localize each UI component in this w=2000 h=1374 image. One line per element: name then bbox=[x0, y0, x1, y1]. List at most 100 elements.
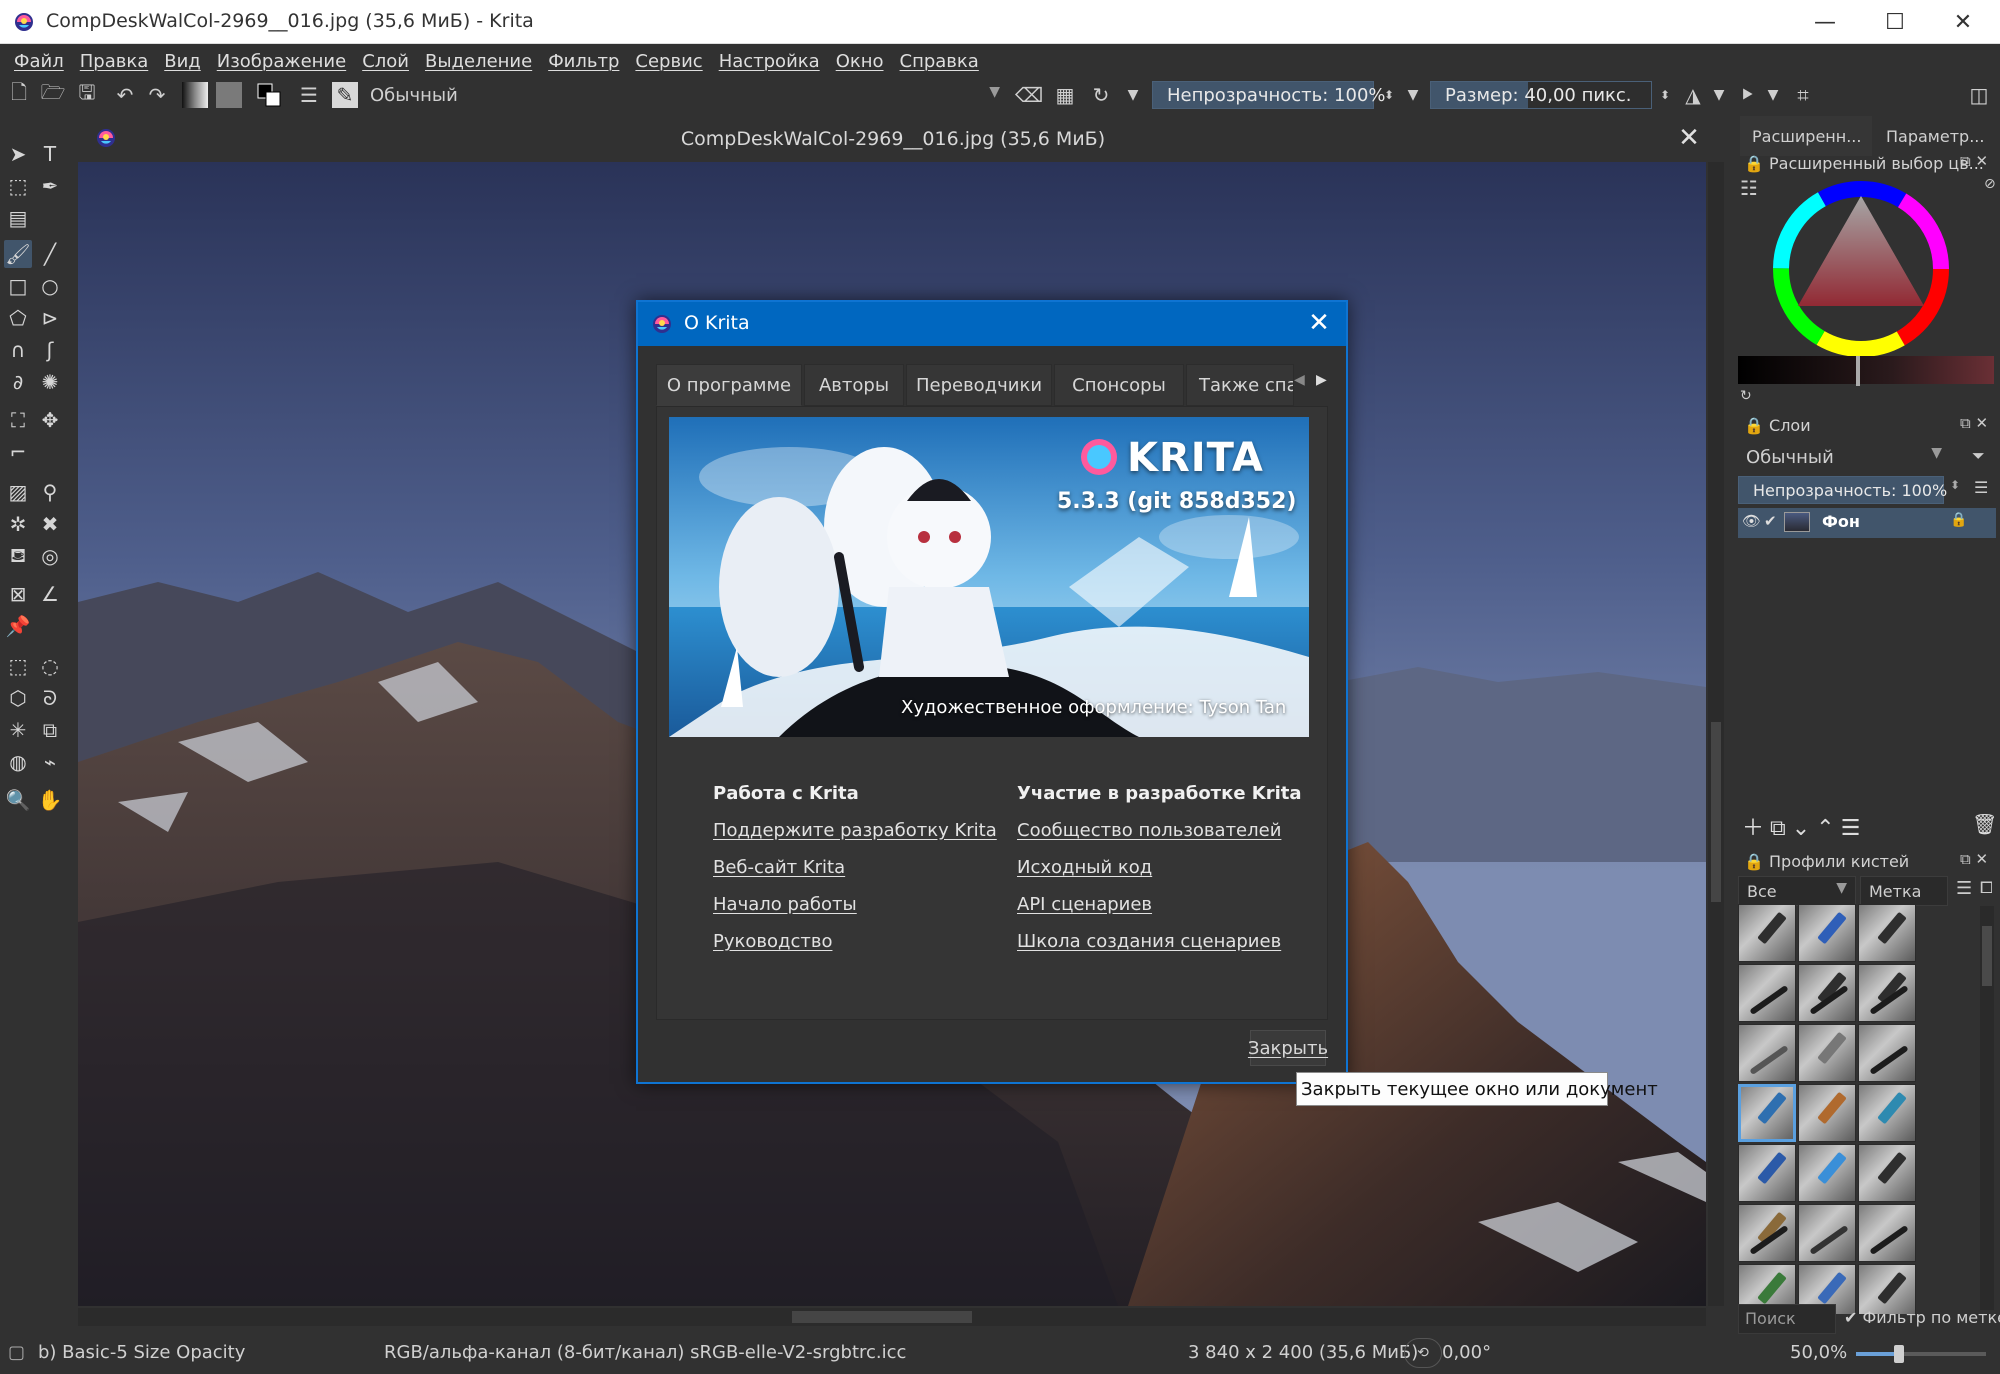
new-file-icon[interactable]: 🗋 bbox=[6, 80, 32, 108]
calligraphy-tool-icon[interactable]: ✒ bbox=[36, 172, 64, 200]
menu-file[interactable]: Файл bbox=[6, 51, 72, 72]
brush-preset-selected[interactable] bbox=[1738, 1084, 1796, 1142]
layer-menu-icon[interactable]: ☰ bbox=[1974, 478, 1988, 497]
scrollbar-thumb[interactable] bbox=[792, 1311, 972, 1323]
brush-preset[interactable] bbox=[1738, 964, 1796, 1022]
close-window-button[interactable]: ✕ bbox=[1928, 0, 1998, 44]
bezier-selection-tool-icon[interactable]: ◍ bbox=[4, 748, 32, 776]
brush-preset-icon[interactable]: ✎ bbox=[332, 82, 358, 108]
move-layer-up-icon[interactable]: ⌃ bbox=[1816, 816, 1840, 841]
edit-shapes-tool-icon[interactable]: ⬚ bbox=[4, 172, 32, 200]
tab-sponsors[interactable]: Спонсоры bbox=[1054, 364, 1184, 406]
polygonal-selection-tool-icon[interactable]: ⬡ bbox=[4, 684, 32, 712]
workspace-icon[interactable]: ◫ bbox=[1966, 82, 1992, 108]
brush-preset[interactable] bbox=[1738, 1204, 1796, 1262]
link-community[interactable]: Сообщество пользователей bbox=[1017, 820, 1281, 841]
select-shapes-tool-icon[interactable]: ➤ bbox=[4, 140, 32, 168]
brush-preset[interactable] bbox=[1738, 1144, 1796, 1202]
elliptical-selection-tool-icon[interactable]: ◌ bbox=[36, 652, 64, 680]
polygon-tool-icon[interactable]: ⬠ bbox=[4, 304, 32, 332]
tab-advanced-color[interactable]: Расширенн... bbox=[1740, 116, 1872, 156]
scrollbar-thumb[interactable] bbox=[1982, 926, 1992, 986]
opacity-slider[interactable]: Непрозрачность: 100% bbox=[1152, 81, 1386, 109]
redo-icon[interactable]: ↷ bbox=[144, 82, 170, 108]
color-history-strip[interactable] bbox=[1738, 356, 1994, 384]
contiguous-selection-tool-icon[interactable]: ✳ bbox=[4, 716, 32, 744]
link-support-krita[interactable]: Поддержите разработку Krita bbox=[713, 820, 997, 841]
zoom-slider[interactable] bbox=[1856, 1345, 1986, 1363]
checkbox-icon[interactable]: ✔ bbox=[1764, 512, 1777, 530]
brush-preset[interactable] bbox=[1738, 1024, 1796, 1082]
scrollbar-thumb[interactable] bbox=[1711, 722, 1721, 902]
brush-preset[interactable] bbox=[1858, 904, 1916, 962]
brush-scrollbar[interactable] bbox=[1980, 906, 1994, 1310]
tab-also-thanks[interactable]: Также спаси bbox=[1186, 364, 1294, 406]
filter-icon[interactable]: ⏷ bbox=[1972, 446, 1985, 466]
rectangular-selection-tool-icon[interactable]: ⬚ bbox=[4, 652, 32, 680]
close-dialog-button[interactable]: Закрыть bbox=[1248, 1030, 1328, 1066]
menu-settings[interactable]: Настройка bbox=[711, 51, 828, 72]
reload-preset-icon[interactable]: ↻ bbox=[1088, 82, 1114, 108]
brush-preset[interactable] bbox=[1858, 1204, 1916, 1262]
menu-window[interactable]: Окно bbox=[828, 51, 892, 72]
tab-scroll-right-icon[interactable]: ▶ bbox=[1316, 372, 1327, 388]
spin-arrows-icon[interactable]: ⬍ bbox=[1376, 82, 1402, 108]
freehand-brush-tool-icon[interactable]: 🖌 bbox=[4, 240, 32, 268]
smart-patch-tool-icon[interactable]: ✲ bbox=[4, 510, 32, 538]
gradient-tool-icon[interactable]: ▨ bbox=[4, 478, 32, 506]
text-tool-icon[interactable]: T bbox=[36, 140, 64, 168]
float-docker-icon[interactable]: ⧉ ✕ bbox=[1960, 850, 1988, 868]
fg-bg-color-icon[interactable] bbox=[256, 82, 282, 108]
similar-selection-tool-icon[interactable]: ⧉ bbox=[36, 716, 64, 744]
reset-icon[interactable]: ⊘ bbox=[1984, 176, 1996, 192]
chevron-down-icon[interactable]: ▼ bbox=[1120, 82, 1146, 108]
maximize-button[interactable]: ☐ bbox=[1860, 0, 1930, 44]
chevron-down-icon[interactable]: ▼ bbox=[1760, 82, 1786, 108]
eraser-icon[interactable]: ⌫ bbox=[1015, 82, 1043, 108]
polyline-tool-icon[interactable]: ⊳ bbox=[36, 304, 64, 332]
brush-filter-combo[interactable]: Все ▼ bbox=[1738, 876, 1856, 906]
gradient-icon[interactable] bbox=[182, 82, 208, 108]
brush-search-input[interactable]: Поиск bbox=[1738, 1304, 1836, 1334]
tab-authors[interactable]: Авторы bbox=[804, 364, 904, 406]
freehand-path-tool-icon[interactable]: ʃ bbox=[36, 336, 64, 364]
brush-preset[interactable] bbox=[1798, 1204, 1856, 1262]
line-tool-icon[interactable]: ╱ bbox=[36, 240, 64, 268]
reference-images-tool-icon[interactable]: 📌 bbox=[4, 612, 32, 640]
brush-preset[interactable] bbox=[1798, 964, 1856, 1022]
tab-tool-options[interactable]: Параметр... bbox=[1874, 116, 2000, 156]
brush-preset[interactable] bbox=[1858, 1264, 1916, 1314]
zoom-tool-icon[interactable]: 🔍 bbox=[4, 786, 32, 814]
menu-view[interactable]: Вид bbox=[156, 51, 209, 72]
save-icon[interactable]: 🖫 bbox=[74, 80, 100, 108]
brush-preset[interactable] bbox=[1798, 1084, 1856, 1142]
crop-tool-icon[interactable]: ⌐ bbox=[4, 438, 32, 466]
assistant-tool-icon[interactable]: ⊠ bbox=[4, 580, 32, 608]
chevron-down-icon[interactable]: ▼ bbox=[1400, 82, 1426, 108]
undo-icon[interactable]: ↶ bbox=[112, 82, 138, 108]
layer-blend-combo[interactable]: Обычный ▼ bbox=[1738, 442, 1950, 472]
menu-select[interactable]: Выделение bbox=[417, 51, 540, 72]
blend-mode-combo[interactable]: Обычный ▼ bbox=[362, 81, 1008, 109]
link-scripting-school[interactable]: Школа создания сценариев bbox=[1017, 931, 1281, 952]
link-scripting-api[interactable]: API сценариев bbox=[1017, 894, 1152, 915]
mirror-horizontal-icon[interactable]: ◮ bbox=[1680, 82, 1706, 108]
measure-tool-icon[interactable]: ∠ bbox=[36, 580, 64, 608]
mirror-vertical-icon[interactable]: ⯈ bbox=[1734, 82, 1760, 108]
refresh-icon[interactable]: ↻ bbox=[1740, 388, 1752, 404]
float-docker-icon[interactable]: ⧉ ✕ bbox=[1960, 414, 1988, 432]
close-document-icon[interactable]: ✕ bbox=[1674, 122, 1704, 154]
link-source-code[interactable]: Исходный код bbox=[1017, 857, 1152, 878]
add-layer-icon[interactable]: ＋ bbox=[1742, 816, 1770, 841]
tab-translators[interactable]: Переводчики bbox=[906, 364, 1052, 406]
color-wheel[interactable] bbox=[1766, 174, 1956, 369]
brush-preset[interactable] bbox=[1858, 1024, 1916, 1082]
colorize-mask-tool-icon[interactable]: ✖ bbox=[36, 510, 64, 538]
color-picker-tool-icon[interactable]: ⚲ bbox=[36, 478, 64, 506]
brush-preset[interactable] bbox=[1858, 964, 1916, 1022]
brush-preset[interactable] bbox=[1798, 1144, 1856, 1202]
layer-lock-icon[interactable]: 🔒 bbox=[1950, 512, 1967, 528]
list-view-icon[interactable]: ☰ bbox=[1956, 878, 1972, 899]
menu-edit[interactable]: Правка bbox=[72, 51, 157, 72]
layer-row[interactable]: 👁 ✔ Фон 🔒 bbox=[1738, 508, 1996, 538]
